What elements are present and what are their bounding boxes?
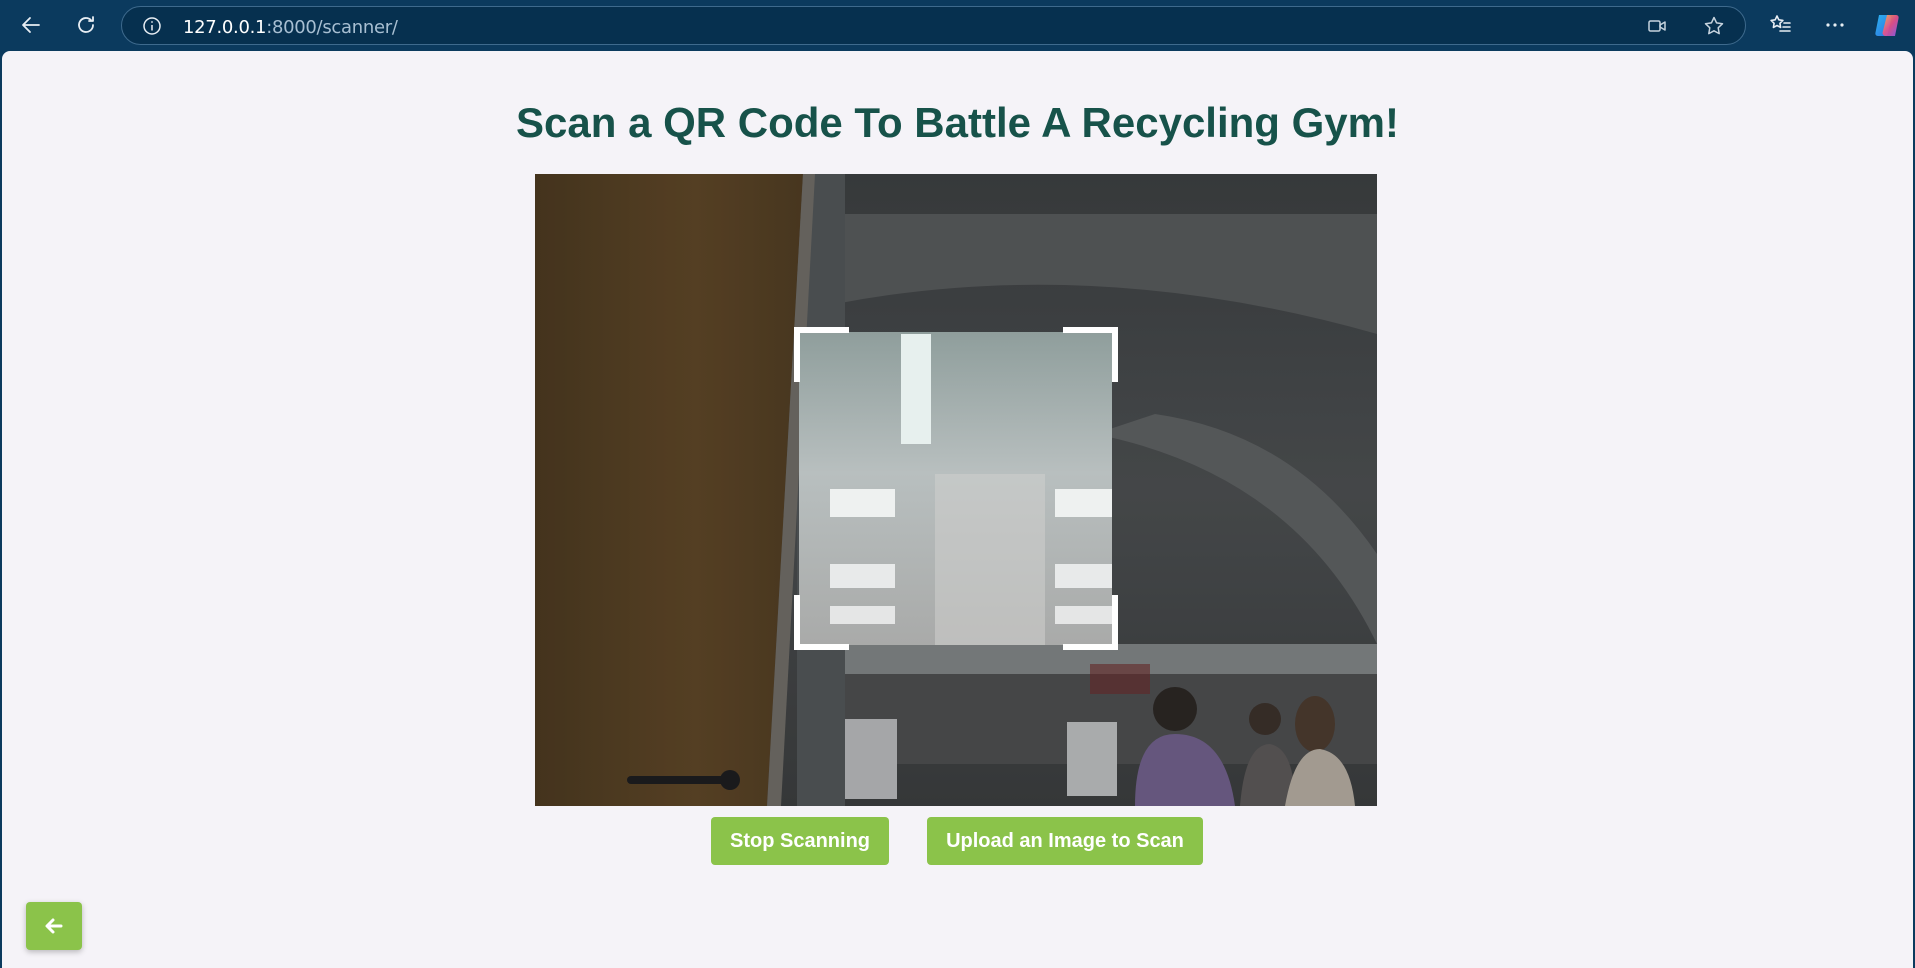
upload-image-button[interactable]: Upload an Image to Scan — [927, 817, 1203, 865]
camera-in-use-icon[interactable] — [1646, 15, 1668, 37]
refresh-icon[interactable] — [67, 6, 105, 44]
more-options-icon[interactable] — [1816, 6, 1854, 44]
copilot-icon[interactable] — [1873, 11, 1902, 40]
favorite-star-icon[interactable] — [1703, 15, 1725, 37]
page-title: Scan a QR Code To Battle A Recycling Gym… — [516, 99, 1399, 146]
url-path: :8000/scanner/ — [266, 17, 398, 38]
camera-feed-image — [535, 174, 1377, 806]
arrow-left-icon — [45, 918, 63, 934]
back-arrow-icon[interactable] — [12, 6, 50, 44]
url-host: 127.0.0.1 — [183, 17, 267, 38]
favorites-list-icon[interactable] — [1762, 6, 1800, 44]
url-text[interactable]: 127.0.0.1:8000/scanner/ — [183, 17, 398, 38]
back-button[interactable] — [26, 902, 82, 950]
browser-toolbar: 127.0.0.1:8000/scanner/ — [0, 0, 1915, 51]
stop-scanning-button[interactable]: Stop Scanning — [711, 817, 889, 865]
site-info-icon[interactable] — [142, 16, 162, 36]
camera-preview — [535, 174, 1377, 806]
page-viewport: Scan a QR Code To Battle A Recycling Gym… — [2, 51, 1913, 968]
address-bar[interactable]: 127.0.0.1:8000/scanner/ — [121, 6, 1746, 45]
